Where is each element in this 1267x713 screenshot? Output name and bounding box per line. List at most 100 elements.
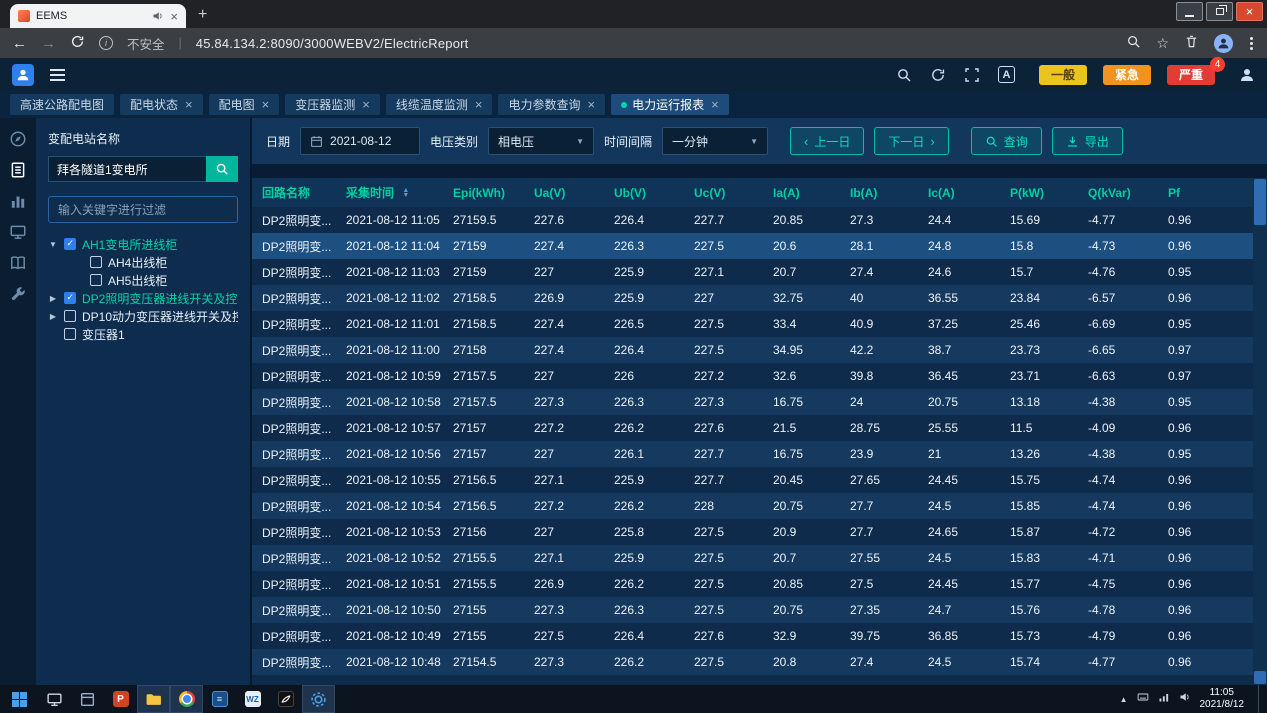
user-icon[interactable] — [1239, 67, 1255, 83]
table-row[interactable]: DP2照明变...2021-08-12 10:4927155227.5226.4… — [252, 623, 1253, 649]
refresh-icon[interactable] — [70, 34, 85, 52]
zoom-icon[interactable] — [1126, 34, 1141, 52]
voltage-type-select[interactable]: 相电压 ▼ — [488, 127, 594, 155]
station-search-button[interactable] — [206, 156, 238, 182]
column-header[interactable]: Q(kVar) ▲▼ — [1078, 178, 1158, 207]
tab-close-icon[interactable]: × — [185, 98, 193, 111]
minimize-button[interactable] — [1176, 2, 1203, 21]
table-row[interactable]: DP2照明变...2021-08-12 10:5127155.5226.9226… — [252, 571, 1253, 597]
page-tab[interactable]: 配电图 × — [209, 94, 280, 115]
column-header[interactable]: 采集时间 ▲▼ — [336, 178, 443, 207]
letter-a-icon[interactable]: A — [998, 66, 1015, 83]
column-header[interactable]: Pf ▲▼ — [1158, 178, 1253, 207]
table-row[interactable]: DP2照明变...2021-08-12 10:5327156227225.822… — [252, 519, 1253, 545]
bookmark-star-icon[interactable]: ☆ — [1156, 35, 1169, 52]
sort-icon[interactable]: ▲▼ — [402, 188, 409, 198]
start-button[interactable] — [0, 685, 38, 713]
tab-close-icon[interactable]: × — [170, 10, 178, 23]
close-button[interactable]: × — [1236, 2, 1263, 21]
tree-item[interactable]: ▶ DP10动力变压器进线开关及控制室 — [48, 307, 238, 325]
taskbar-icon-folder[interactable] — [137, 685, 170, 713]
column-header[interactable]: Ic(A) ▲▼ — [918, 178, 1000, 207]
info-icon[interactable]: i — [99, 36, 113, 50]
alarm-badge[interactable]: 紧急 — [1103, 65, 1151, 85]
tab-close-icon[interactable]: × — [587, 98, 595, 111]
column-header[interactable]: 回路名称 ▲▼ — [252, 178, 336, 207]
column-header[interactable]: Epi(kWh) ▲▼ — [443, 178, 524, 207]
station-search-input[interactable] — [48, 156, 206, 182]
tab-close-icon[interactable]: × — [711, 98, 719, 111]
taskbar-icon-settings[interactable] — [302, 685, 335, 713]
back-icon[interactable]: ← — [12, 36, 27, 51]
taskbar-icon-paint[interactable] — [269, 685, 302, 713]
wrench-icon[interactable] — [9, 285, 27, 303]
forward-icon[interactable]: → — [41, 36, 56, 51]
book-icon[interactable] — [9, 254, 27, 272]
tree-filter-input[interactable] — [48, 196, 238, 223]
sync-icon[interactable] — [930, 67, 946, 83]
table-row[interactable]: DP2照明变...2021-08-12 10:5527156.5227.1225… — [252, 467, 1253, 493]
tray-expand-icon[interactable]: ▲ — [1120, 695, 1128, 704]
tray-volume-icon[interactable] — [1179, 690, 1191, 708]
column-header[interactable]: P(kW) ▲▼ — [1000, 178, 1078, 207]
tree-caret-icon[interactable]: ▶ — [48, 312, 58, 321]
prev-day-button[interactable]: ‹ 上一日 — [790, 127, 864, 155]
page-tab[interactable]: 线缆温度监测 × — [386, 94, 493, 115]
search-icon[interactable] — [896, 67, 912, 83]
tree-checkbox[interactable] — [90, 274, 102, 286]
scrollbar-thumb[interactable] — [1254, 179, 1266, 225]
page-tab[interactable]: 配电状态 × — [120, 94, 203, 115]
table-row[interactable]: DP2照明变...2021-08-12 10:5027155227.3226.3… — [252, 597, 1253, 623]
report-icon[interactable] — [9, 161, 27, 179]
taskbar-icon-monitor[interactable] — [38, 685, 71, 713]
page-tab[interactable]: 电力运行报表 × — [611, 94, 729, 115]
tree-checkbox[interactable] — [64, 238, 76, 250]
chart-icon[interactable] — [9, 192, 27, 210]
trash-icon[interactable] — [1184, 34, 1199, 52]
tree-caret-icon[interactable]: ▼ — [48, 240, 58, 249]
alarm-badge[interactable]: 一般 — [1039, 65, 1087, 85]
table-row[interactable]: DP2照明变...2021-08-12 10:5827157.5227.3226… — [252, 389, 1253, 415]
tree-item[interactable]: 变压器1 — [48, 325, 238, 343]
tree-item[interactable]: ▼ AH1变电所进线柜 — [48, 235, 238, 253]
show-desktop-button[interactable] — [1258, 685, 1263, 713]
tree-checkbox[interactable] — [90, 256, 102, 268]
table-row[interactable]: DP2照明变...2021-08-12 11:0327159227225.922… — [252, 259, 1253, 285]
query-button[interactable]: 查询 — [971, 127, 1042, 155]
table-row[interactable]: DP2照明变...2021-08-12 10:5927157.522722622… — [252, 363, 1253, 389]
column-header[interactable]: Ib(A) ▲▼ — [840, 178, 918, 207]
monitor-icon[interactable] — [9, 223, 27, 241]
alarm-badge[interactable]: 严重 4 — [1167, 65, 1215, 85]
tree-item[interactable]: ▶ DP2照明变压器进线开关及控制室 — [48, 289, 238, 307]
taskbar-icon-app-blue[interactable]: ≡ — [203, 685, 236, 713]
scrollbar-bottom-button[interactable] — [1254, 671, 1266, 684]
column-header[interactable]: Uc(V) ▲▼ — [684, 178, 763, 207]
taskbar-clock[interactable]: 11:05 2021/8/12 — [1200, 687, 1245, 711]
fullscreen-icon[interactable] — [964, 67, 980, 83]
date-picker[interactable]: 2021-08-12 — [300, 127, 420, 155]
table-row[interactable]: DP2照明变...2021-08-12 11:0227158.5226.9225… — [252, 285, 1253, 311]
taskbar-icon-wz[interactable]: WZ — [236, 685, 269, 713]
page-tab[interactable]: 电力参数查询 × — [498, 94, 605, 115]
taskbar-icon-presentation[interactable]: P — [104, 685, 137, 713]
table-row[interactable]: DP2照明变...2021-08-12 11:0427159227.4226.3… — [252, 233, 1253, 259]
page-tab[interactable]: 高速公路配电图 × — [10, 94, 114, 115]
table-row[interactable]: DP2照明变...2021-08-12 10:5427156.5227.2226… — [252, 493, 1253, 519]
new-tab-button[interactable]: + — [198, 6, 207, 24]
compass-icon[interactable] — [9, 130, 27, 148]
tree-checkbox[interactable] — [64, 292, 76, 304]
tree-checkbox[interactable] — [64, 328, 76, 340]
tray-keyboard-icon[interactable] — [1137, 690, 1149, 708]
table-row[interactable]: DP2照明变...2021-08-12 10:5727157227.2226.2… — [252, 415, 1253, 441]
tree-checkbox[interactable] — [64, 310, 76, 322]
speaker-icon[interactable] — [152, 10, 164, 22]
tab-close-icon[interactable]: × — [475, 98, 483, 111]
menu-toggle-icon[interactable] — [48, 67, 67, 83]
restore-button[interactable] — [1206, 2, 1233, 21]
next-day-button[interactable]: 下一日 › — [874, 127, 948, 155]
taskbar-icon-chrome[interactable] — [170, 685, 203, 713]
table-row[interactable]: DP2照明变...2021-08-12 10:4827154.5227.3226… — [252, 649, 1253, 675]
tray-network-icon[interactable] — [1158, 690, 1170, 708]
table-scrollbar[interactable] — [1253, 178, 1267, 685]
export-button[interactable]: 导出 — [1052, 127, 1123, 155]
